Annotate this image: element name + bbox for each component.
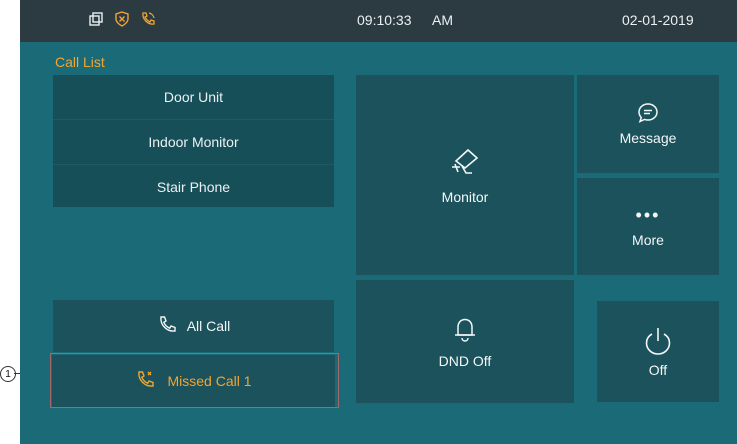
dnd-button[interactable]: DND Off [356,280,574,403]
callout-number: 1 [5,368,11,380]
bell-icon [453,315,477,345]
call-list: Door Unit Indoor Monitor Stair Phone [53,75,334,207]
status-bar: 09:10:33 AM 02-01-2019 [20,0,737,42]
power-icon [644,326,672,356]
missed-call-highlight [50,353,339,408]
phone-call-icon [139,10,157,28]
window-icon [87,10,105,28]
chat-bubble-icon [637,102,659,124]
phone-icon [157,315,177,338]
camera-icon [446,145,484,179]
dnd-label: DND Off [438,352,492,369]
message-label: Message [619,130,677,146]
monitor-label: Monitor [441,189,489,205]
status-date: 02-01-2019 [622,12,694,28]
status-ampm: AM [432,12,453,28]
power-off-button[interactable]: Off [597,301,719,402]
status-time: 09:10:33 [357,12,412,28]
all-call-button[interactable]: All Call [53,300,334,352]
message-button[interactable]: Message [577,75,719,173]
more-dots-icon: ••• [635,205,661,225]
all-call-label: All Call [186,318,231,334]
more-button[interactable]: ••• More [577,178,719,275]
intercom-screen: 09:10:33 AM 02-01-2019 Call List Door Un… [20,0,737,444]
status-icons [87,10,157,28]
more-label: More [632,232,664,248]
monitor-button[interactable]: Monitor [356,75,574,275]
call-list-item-stair-phone[interactable]: Stair Phone [53,165,334,209]
call-list-item-door-unit[interactable]: Door Unit [53,75,334,120]
off-label: Off [648,361,668,378]
callout-badge: 1 [0,366,16,382]
call-list-item-indoor-monitor[interactable]: Indoor Monitor [53,120,334,165]
call-list-title: Call List [55,54,105,70]
shield-x-icon [113,10,131,28]
